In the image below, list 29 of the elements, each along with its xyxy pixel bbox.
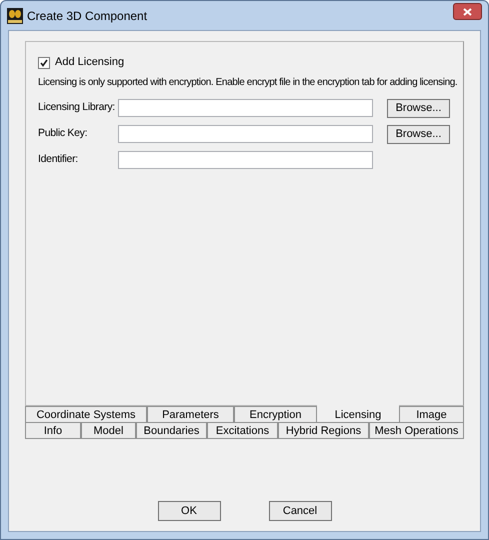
tab[interactable]: Excitations xyxy=(207,422,278,438)
text-field[interactable] xyxy=(118,125,373,143)
text-field[interactable] xyxy=(118,151,373,169)
tab[interactable]: Hybrid Regions xyxy=(278,422,369,438)
tab[interactable]: Encryption xyxy=(234,406,317,422)
field-label: Identifier: xyxy=(38,152,79,168)
tab[interactable]: Boundaries xyxy=(136,422,207,438)
tab[interactable]: Coordinate Systems xyxy=(25,406,147,422)
tab[interactable]: Parameters xyxy=(147,406,234,422)
field-label: Licensing Library: xyxy=(38,100,116,116)
app-logo-icon xyxy=(7,8,23,24)
encryption-note: Licensing is only supported with encryption. Enable encrypt file in the encryption tab for adding licensing. xyxy=(38,77,458,89)
dialog-button[interactable]: OK xyxy=(158,501,220,521)
tab[interactable]: Mesh Operations xyxy=(369,422,464,438)
dialog-button[interactable]: Cancel xyxy=(268,501,332,521)
close-icon xyxy=(463,8,472,16)
checkmark-icon xyxy=(40,58,48,66)
tab[interactable]: Info xyxy=(25,422,81,438)
tab[interactable]: Licensing xyxy=(317,404,399,422)
window-title: Create 3D Component xyxy=(27,8,148,24)
tab[interactable]: Image xyxy=(399,406,464,422)
browse-button[interactable]: Browse... xyxy=(387,124,450,144)
close-button[interactable] xyxy=(453,3,482,20)
checkbox-label: Add Licensing xyxy=(55,55,124,70)
browse-button[interactable]: Browse... xyxy=(387,98,450,118)
text-field[interactable] xyxy=(118,99,373,117)
field-label: Public Key: xyxy=(38,126,88,142)
add-licensing-checkbox[interactable] xyxy=(38,56,50,68)
tab[interactable]: Model xyxy=(81,422,136,438)
